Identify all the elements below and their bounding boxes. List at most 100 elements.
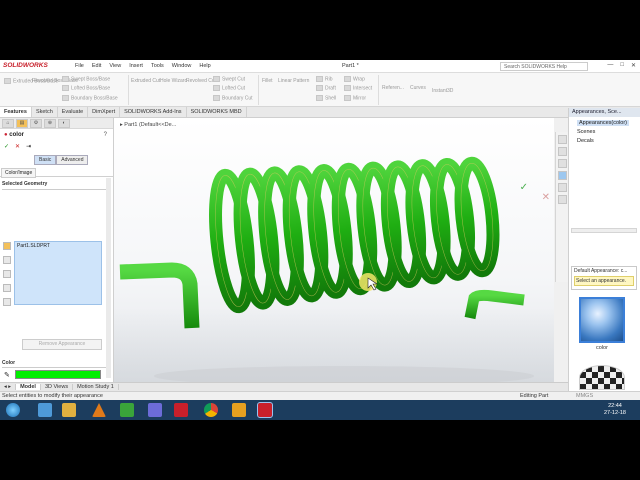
- tree-item-decals[interactable]: Decals: [577, 138, 594, 144]
- rib-button[interactable]: Rib: [316, 76, 333, 82]
- config-manager-tab[interactable]: ⚙: [30, 119, 42, 128]
- tab-motion-study[interactable]: Motion Study 1: [73, 384, 119, 390]
- tab-3d-views[interactable]: 3D Views: [41, 384, 74, 390]
- close-icon[interactable]: ✕: [631, 62, 636, 69]
- solidworks-taskbar-icon[interactable]: [174, 403, 188, 417]
- menu-window[interactable]: Window: [172, 63, 192, 69]
- resources-tab-icon[interactable]: [558, 135, 567, 144]
- extruded-cut-button[interactable]: Extruded Cut: [131, 78, 160, 84]
- boundary-boss-button[interactable]: Boundary Boss/Base: [62, 95, 118, 101]
- advanced-button[interactable]: Advanced: [56, 155, 89, 165]
- menu-insert[interactable]: Insert: [129, 63, 143, 69]
- dimxpert-tab[interactable]: ⊕: [44, 119, 56, 128]
- draft-button[interactable]: Draft: [316, 85, 336, 91]
- maximize-icon[interactable]: □: [620, 62, 624, 69]
- design-library-tab-icon[interactable]: [558, 147, 567, 156]
- tab-mbd[interactable]: SOLIDWORKS MBD: [187, 107, 247, 117]
- tree-item-appearances[interactable]: Appearances(color): [577, 120, 629, 126]
- minimize-icon[interactable]: —: [607, 62, 613, 69]
- face-filter-icon[interactable]: [3, 256, 11, 264]
- feature-filter-icon[interactable]: [3, 284, 11, 292]
- surface-filter-icon[interactable]: [3, 298, 11, 306]
- tab-model[interactable]: Model: [16, 384, 41, 390]
- forum-tab-icon[interactable]: [558, 195, 567, 204]
- solidworks-logo[interactable]: SOLIDWORKS: [3, 62, 48, 71]
- help-icon[interactable]: ?: [104, 132, 107, 138]
- list-item[interactable]: Part1.SLDPRT: [17, 243, 99, 249]
- linear-pattern-button[interactable]: Linear Pattern: [278, 78, 309, 84]
- network-icon[interactable]: [148, 403, 162, 417]
- tab-evaluate[interactable]: Evaluate: [58, 107, 89, 117]
- tab-features[interactable]: Features: [0, 107, 32, 117]
- ie-icon[interactable]: [38, 403, 52, 417]
- explorer-icon[interactable]: [62, 403, 76, 417]
- sphere-icon[interactable]: [579, 297, 625, 343]
- paint-icon[interactable]: [232, 403, 246, 417]
- tab-addins[interactable]: SOLIDWORKS Add-Ins: [120, 107, 187, 117]
- nav-arrows-icon[interactable]: ◂ ▸: [0, 384, 17, 390]
- basic-button[interactable]: Basic: [34, 155, 57, 165]
- menu-file[interactable]: File: [75, 63, 84, 69]
- tab-sketch[interactable]: Sketch: [32, 107, 58, 117]
- cancel-button[interactable]: ✕: [15, 143, 20, 150]
- revolved-cut-button[interactable]: Revolved Cut: [186, 78, 216, 84]
- hole-wizard-button[interactable]: Hole Wizard: [160, 78, 187, 84]
- file-explorer-tab-icon[interactable]: [558, 159, 567, 168]
- reference-geometry-button[interactable]: Referen...: [382, 85, 404, 91]
- menu-view[interactable]: View: [109, 63, 121, 69]
- status-units[interactable]: MMGS: [576, 393, 593, 399]
- wrap-button[interactable]: Wrap: [344, 76, 365, 82]
- tab-dimxpert[interactable]: DimXpert: [88, 107, 121, 117]
- boundary-cut-button[interactable]: Boundary Cut: [213, 95, 253, 101]
- property-manager-tab[interactable]: ▤: [16, 119, 28, 128]
- intersect-button[interactable]: Intersect: [344, 85, 372, 91]
- start-icon[interactable]: [6, 403, 20, 417]
- document-title: Part1 *: [342, 63, 359, 69]
- splitter[interactable]: [571, 228, 637, 233]
- graphics-area[interactable]: ▸ Part1 (Default<<De... ✓ ✕: [114, 118, 554, 382]
- lofted-cut-button[interactable]: Lofted Cut: [213, 85, 245, 91]
- search-input[interactable]: Search SOLIDWORKS Help: [500, 62, 588, 71]
- feature-tree-tab[interactable]: ⌂: [2, 119, 14, 128]
- body-filter-icon[interactable]: [3, 270, 11, 278]
- swept-boss-button[interactable]: Swept Boss/Base: [62, 76, 110, 82]
- selected-geometry-list[interactable]: Part1.SLDPRT: [14, 241, 102, 305]
- appearances-tab-icon[interactable]: [558, 171, 567, 180]
- command-tabs: Features Sketch Evaluate DimXpert SOLIDW…: [0, 107, 640, 118]
- pin-button[interactable]: ⇥: [26, 143, 31, 150]
- scrollbar[interactable]: [106, 178, 111, 378]
- color-swatch[interactable]: [15, 370, 101, 379]
- system-clock[interactable]: 22:44 27-12-18: [604, 403, 626, 417]
- cursor-highlight-icon: [359, 273, 378, 291]
- swept-cut-button[interactable]: Swept Cut: [213, 76, 245, 82]
- instant3d-button[interactable]: Instant3D: [432, 88, 453, 94]
- mirror-button[interactable]: Mirror: [344, 95, 366, 101]
- menu-edit[interactable]: Edit: [92, 63, 101, 69]
- ok-button[interactable]: ✓: [4, 143, 9, 150]
- solidworks-active-icon[interactable]: [257, 402, 273, 418]
- right-lead-pipe[interactable]: [464, 289, 525, 320]
- menu-help[interactable]: Help: [199, 63, 210, 69]
- curves-button[interactable]: Curves: [410, 85, 426, 91]
- eyedropper-icon[interactable]: ✎: [4, 371, 10, 379]
- checker-sphere-icon[interactable]: [579, 365, 625, 390]
- menu-tools[interactable]: Tools: [151, 63, 164, 69]
- fillet-button[interactable]: Fillet: [262, 78, 273, 84]
- shell-button[interactable]: Shell: [316, 95, 336, 101]
- boundary-cut-icon: [213, 95, 220, 101]
- status-bar: Select entities to modify their appearan…: [0, 391, 640, 400]
- remove-appearance-button[interactable]: Remove Appearance: [22, 339, 102, 350]
- part-filter-icon[interactable]: [3, 242, 11, 250]
- coil-turns[interactable]: [209, 156, 500, 314]
- utorrent-icon[interactable]: [120, 403, 134, 417]
- tree-item-scenes[interactable]: Scenes: [577, 129, 595, 135]
- custom-properties-tab-icon[interactable]: [558, 183, 567, 192]
- left-lead-pipe[interactable]: [119, 262, 200, 329]
- vlc-icon[interactable]: [92, 403, 106, 417]
- display-manager-tab[interactable]: ◐: [58, 119, 70, 128]
- appearance-icon: ●: [4, 132, 8, 138]
- lofted-boss-button[interactable]: Lofted Boss/Base: [62, 85, 110, 91]
- chrome-icon[interactable]: [204, 403, 218, 417]
- spring-model[interactable]: [114, 118, 554, 382]
- color-image-tab[interactable]: Color/Image: [1, 168, 37, 178]
